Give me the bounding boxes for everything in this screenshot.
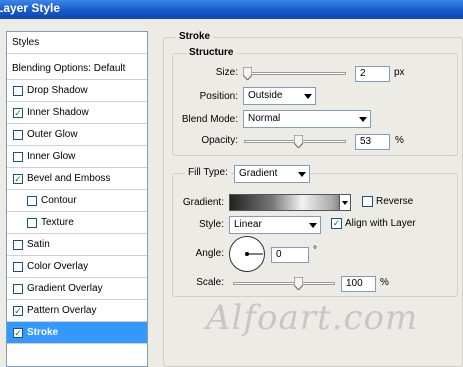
contour-label: Contour — [41, 195, 77, 206]
gradient-dropdown[interactable] — [339, 194, 351, 211]
opacity-slider-thumb[interactable] — [293, 135, 303, 148]
inner-shadow-checkbox[interactable]: ✓ — [13, 108, 23, 118]
position-select[interactable]: Outside — [243, 87, 316, 105]
stroke-title: Stroke — [176, 31, 214, 42]
align-with-layer-label: Align with Layer — [345, 218, 416, 229]
angle-unit: ° — [313, 245, 317, 256]
chevron-down-icon — [309, 223, 317, 228]
style-label: Style: — [198, 219, 224, 230]
style-item-bevel-and-emboss[interactable]: ✓ Bevel and Emboss — [7, 168, 147, 190]
gradient-overlay-label: Gradient Overlay — [27, 283, 103, 294]
scale-slider-thumb[interactable] — [294, 277, 304, 290]
chevron-down-icon — [359, 117, 367, 122]
stroke-label: Stroke — [27, 327, 59, 338]
color-overlay-checkbox[interactable] — [13, 262, 23, 272]
scale-label: Scale: — [196, 277, 224, 288]
chevron-down-icon — [342, 201, 348, 205]
outer-glow-checkbox[interactable] — [13, 130, 23, 140]
texture-label: Texture — [41, 217, 74, 228]
bevel-and-emboss-checkbox[interactable]: ✓ — [13, 174, 23, 184]
styles-list: Styles Blending Options: Default Drop Sh… — [6, 31, 148, 367]
reverse-checkbox[interactable] — [362, 196, 373, 207]
inner-shadow-label: Inner Shadow — [27, 107, 89, 118]
size-slider[interactable] — [244, 72, 346, 75]
pattern-overlay-label: Pattern Overlay — [27, 305, 97, 316]
fill-type-value: Gradient — [239, 168, 278, 179]
drop-shadow-checkbox[interactable] — [13, 86, 23, 96]
angle-label: Angle: — [195, 248, 224, 259]
satin-label: Satin — [27, 239, 50, 250]
blend-mode-select[interactable]: Normal — [243, 110, 371, 128]
blending-options-label: Blending Options: Default — [12, 63, 126, 74]
fill-type-label: Fill Type: — [185, 167, 231, 178]
window-title: Layer Style — [0, 1, 61, 15]
style-item-inner-glow[interactable]: Inner Glow — [7, 146, 147, 168]
scale-input[interactable]: 100 — [341, 276, 376, 292]
stroke-checkbox[interactable]: ✓ — [13, 328, 23, 338]
scale-slider[interactable] — [233, 282, 335, 285]
chevron-down-icon — [304, 94, 312, 99]
position-label: Position: — [199, 91, 238, 102]
angle-dial[interactable] — [229, 236, 265, 272]
size-label: Size: — [215, 67, 238, 78]
align-with-layer-checkbox[interactable]: ✓ — [331, 218, 342, 229]
watermark: Alfoart.com — [206, 298, 419, 338]
angle-indicator-icon — [245, 252, 263, 256]
style-value: Linear — [234, 219, 262, 230]
structure-title: Structure — [186, 47, 237, 58]
size-input[interactable]: 2 — [355, 66, 390, 82]
pattern-overlay-checkbox[interactable]: ✓ — [13, 306, 23, 316]
style-item-gradient-overlay[interactable]: Gradient Overlay — [7, 278, 147, 300]
style-item-contour[interactable]: Contour — [7, 190, 147, 212]
chevron-down-icon — [298, 172, 306, 177]
opacity-input[interactable]: 53 — [355, 134, 390, 150]
style-item-outer-glow[interactable]: Outer Glow — [7, 124, 147, 146]
inner-glow-checkbox[interactable] — [13, 152, 23, 162]
scale-unit: % — [380, 277, 389, 288]
inner-glow-label: Inner Glow — [27, 151, 76, 162]
size-slider-thumb[interactable] — [243, 67, 252, 80]
blend-mode-value: Normal — [248, 113, 281, 124]
size-unit: px — [394, 67, 405, 78]
style-item-drop-shadow[interactable]: Drop Shadow — [7, 80, 147, 102]
satin-checkbox[interactable] — [13, 240, 23, 250]
blend-mode-label: Blend Mode: — [181, 114, 238, 125]
opacity-unit: % — [395, 135, 404, 146]
style-item-stroke[interactable]: ✓ Stroke — [7, 322, 147, 344]
drop-shadow-label: Drop Shadow — [27, 85, 88, 96]
style-select[interactable]: Linear — [229, 216, 321, 234]
style-item-satin[interactable]: Satin — [7, 234, 147, 256]
contour-checkbox[interactable] — [27, 196, 37, 206]
reverse-label: Reverse — [376, 196, 414, 207]
blending-options-item[interactable]: Blending Options: Default — [7, 58, 147, 80]
fill-type-select[interactable]: Gradient — [234, 165, 310, 183]
gradient-swatch[interactable] — [229, 194, 351, 211]
angle-input[interactable]: 0 — [271, 247, 309, 263]
title-bar: Layer Style — [0, 0, 463, 19]
style-item-color-overlay[interactable]: Color Overlay — [7, 256, 147, 278]
style-item-inner-shadow[interactable]: ✓ Inner Shadow — [7, 102, 147, 124]
texture-checkbox[interactable] — [27, 218, 37, 228]
outer-glow-label: Outer Glow — [27, 129, 78, 140]
styles-header-label: Styles — [12, 37, 40, 48]
style-item-texture[interactable]: Texture — [7, 212, 147, 234]
styles-header[interactable]: Styles — [7, 32, 147, 54]
position-value: Outside — [248, 90, 283, 101]
color-overlay-label: Color Overlay — [27, 261, 89, 272]
opacity-label: Opacity: — [201, 135, 238, 146]
gradient-label: Gradient: — [182, 197, 224, 208]
style-item-pattern-overlay[interactable]: ✓ Pattern Overlay — [7, 300, 147, 322]
gradient-overlay-checkbox[interactable] — [13, 284, 23, 294]
bevel-and-emboss-label: Bevel and Emboss — [27, 173, 111, 184]
